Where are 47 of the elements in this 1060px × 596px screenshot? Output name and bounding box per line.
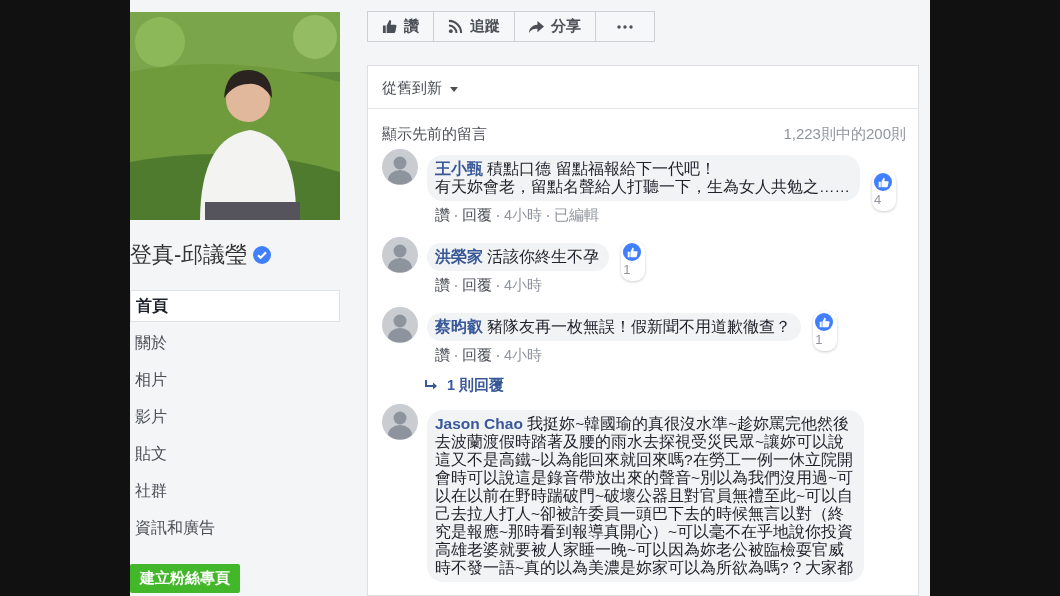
comment-text: 王小甄 積點口德 留點福報給下一代吧！: [435, 160, 717, 178]
nav-item[interactable]: 資訊和廣告: [130, 512, 340, 544]
comment-count: 1,223則中的200則: [783, 125, 906, 142]
share-arrow-icon: [529, 19, 544, 34]
sort-dropdown[interactable]: 從舊到新: [382, 79, 442, 98]
like-icon: [815, 313, 834, 331]
follow-button[interactable]: 追蹤: [433, 11, 515, 42]
reply-arrow-icon: [424, 380, 438, 391]
like-icon: [623, 243, 642, 261]
comment-action-link[interactable]: 回覆: [462, 348, 492, 363]
comment-text: 洪榮家 活該你終生不孕: [435, 248, 600, 266]
nav-item[interactable]: 關於: [130, 327, 340, 359]
nav-item[interactable]: 社群: [130, 475, 340, 507]
avatar-icon: [382, 237, 418, 273]
replies-link[interactable]: 1 則回覆: [424, 377, 918, 394]
rss-icon: [448, 19, 463, 34]
avatar-icon: [382, 307, 418, 343]
nav-item[interactable]: 貼文: [130, 438, 340, 470]
avatar-icon: [382, 149, 418, 185]
nav-item[interactable]: 影片: [130, 401, 340, 433]
comment-text: 蔡昀叡 豬隊友再一枚無誤！假新聞不用道歉徹查？: [435, 318, 792, 336]
thumbs-up-icon: [382, 19, 397, 34]
nav-item[interactable]: 首頁: [130, 290, 340, 322]
author-link[interactable]: Jason Chao: [435, 415, 523, 432]
more-button[interactable]: [595, 11, 655, 42]
show-previous-link[interactable]: 顯示先前的留言: [382, 125, 487, 142]
share-button[interactable]: 分享: [514, 11, 596, 42]
comment-action-link[interactable]: 讚: [435, 208, 450, 223]
more-icon: [617, 24, 633, 29]
author-link[interactable]: 王小甄: [435, 160, 483, 177]
nav-item[interactable]: 相片: [130, 364, 340, 396]
comment-info: 4小時: [504, 208, 543, 223]
author-link[interactable]: 蔡昀叡: [435, 318, 483, 335]
comment-action-link[interactable]: 回覆: [462, 208, 492, 223]
comment-text: Jason Chao 我挺妳~韓國瑜的真很沒水準~趁妳罵完他然後去波蘭渡假時踏著及腰的雨水去探視受災民眾~讓妳可以說這又不是高鐵~以為能回來就回來嗎?在勞工一例一休立院開會時可以說這是錄音帶放出來的聲音~別以為我們沒用過~可以在以前在野時踹破門~破壞公器且對官員無禮至此~可以自己去拉人打人~卻被許委員一頭巴下去的時候無言以對（終究是報應~那時看到報導真開心）~可以毫不在乎地說你投資高雄老婆就要被人家睡一晚~可以因為妳老公被臨檢耍官威時不發一語~真的以為美濃是妳家可以為所欲為嗎?？大家都: [435, 415, 854, 577]
comment-action-link[interactable]: 讚: [435, 278, 450, 293]
like-button[interactable]: 讚: [367, 11, 434, 42]
comment-info: 4小時: [504, 348, 543, 363]
avatar-icon: [382, 404, 418, 440]
like-icon: [874, 173, 892, 191]
comment-action-link[interactable]: 回覆: [462, 278, 492, 293]
page-name: 登真-邱議瑩: [130, 241, 248, 269]
comment-text: 有天妳會老，留點名聲給人打聽一下，生為女人共勉之……: [435, 178, 850, 196]
comment-action-link[interactable]: 讚: [435, 348, 450, 363]
comment-info: 4小時: [504, 278, 543, 293]
comment-info: 已編輯: [554, 208, 600, 223]
author-link[interactable]: 洪榮家: [435, 248, 483, 265]
